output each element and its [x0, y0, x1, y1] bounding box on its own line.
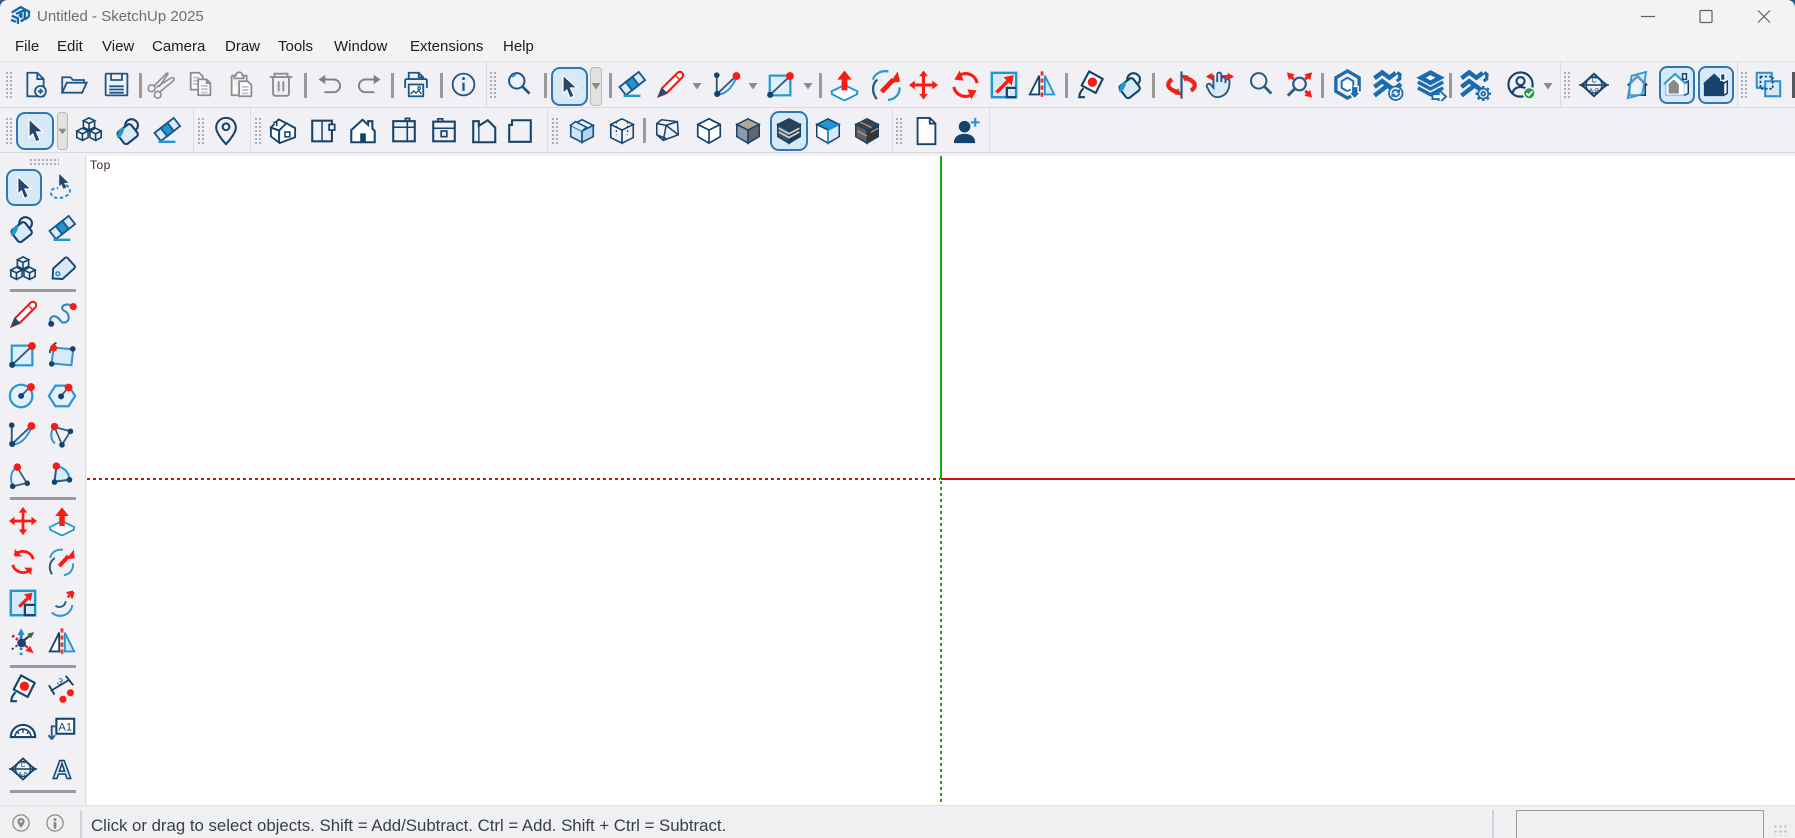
- svg-text:A-B: A-B: [1589, 88, 1599, 95]
- svg-text:C: C: [1591, 78, 1596, 85]
- svg-text:C: C: [21, 762, 26, 769]
- svg-text:A-B: A-B: [18, 772, 28, 778]
- svg-text:A1: A1: [58, 721, 72, 733]
- svg-text:A: A: [53, 754, 72, 784]
- svg-text:3: 3: [56, 676, 65, 687]
